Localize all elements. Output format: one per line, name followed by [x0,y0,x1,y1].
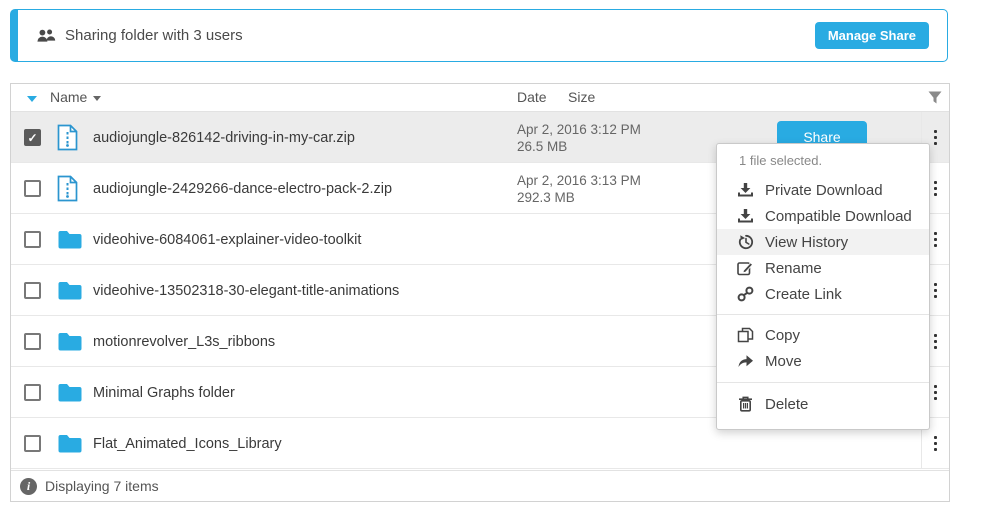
row-checkbox[interactable] [24,282,41,299]
select-all-dropdown-icon[interactable] [27,96,37,102]
rename-icon [737,262,754,276]
menu-item-delete[interactable]: Delete [717,391,929,417]
sharing-banner: Sharing folder with 3 users Manage Share [10,9,948,62]
date-size-cell: Apr 2, 2016 3:12 PM 26.5 MB [517,121,641,155]
copy-icon [737,327,754,343]
menu-separator [717,314,929,315]
menu-item-copy[interactable]: Copy [717,322,929,348]
menu-item-rename[interactable]: Rename [717,255,929,281]
file-actions-context-menu: 1 file selected. Private Download Compat… [716,143,930,430]
menu-item-move[interactable]: Move [717,348,929,374]
folder-name[interactable]: Minimal Graphs folder [93,385,235,401]
zip-file-icon [57,124,78,151]
table-header: Name Date Size [11,84,949,112]
users-icon [37,29,56,42]
history-icon [738,234,754,250]
zip-file-icon [57,175,78,202]
file-name[interactable]: audiojungle-2429266-dance-electro-pack-2… [93,181,392,197]
folder-icon [58,333,82,351]
folder-icon [58,231,82,249]
row-checkbox[interactable] [24,180,41,197]
column-header-size[interactable]: Size [568,89,595,105]
folder-name[interactable]: motionrevolver_L3s_ribbons [93,334,275,350]
sharing-message-text: Sharing folder with 3 users [65,27,243,44]
filter-icon[interactable] [928,91,942,104]
folder-icon [58,384,82,402]
info-icon: i [20,477,37,495]
row-checkbox[interactable] [24,435,41,452]
folder-name[interactable]: Flat_Animated_Icons_Library [93,436,282,452]
download-icon [738,183,753,197]
file-date: Apr 2, 2016 3:13 PM [517,173,641,188]
file-size: 26.5 MB [517,139,568,154]
column-header-date[interactable]: Date [517,89,547,105]
download-icon [738,209,753,223]
row-checkbox[interactable] [24,333,41,350]
file-name[interactable]: audiojungle-826142-driving-in-my-car.zip [93,130,355,146]
row-checkbox[interactable] [24,129,41,146]
folder-name[interactable]: videohive-6084061-explainer-video-toolki… [93,232,361,248]
menu-separator [717,382,929,383]
manage-share-button[interactable]: Manage Share [814,22,929,49]
folder-icon [58,282,82,300]
file-date: Apr 2, 2016 3:12 PM [517,122,641,137]
column-header-name[interactable]: Name [50,89,102,105]
selection-status: 1 file selected. [739,153,823,168]
menu-item-private-download[interactable]: Private Download [717,177,929,203]
sharing-message: Sharing folder with 3 users [36,27,243,44]
date-size-cell: Apr 2, 2016 3:13 PM 292.3 MB [517,172,641,206]
folder-icon [58,435,82,453]
row-checkbox[interactable] [24,231,41,248]
file-size: 292.3 MB [517,190,575,205]
row-checkbox[interactable] [24,384,41,401]
trash-icon [739,396,752,412]
table-footer: i Displaying 7 items [11,470,949,501]
link-icon [737,286,754,302]
menu-item-view-history[interactable]: View History [717,229,929,255]
sort-caret-icon [93,95,102,101]
move-icon [738,355,753,367]
menu-item-compatible-download[interactable]: Compatible Download [717,203,929,229]
folder-name[interactable]: videohive-13502318-30-elegant-title-anim… [93,283,399,299]
items-count-status: Displaying 7 items [45,478,159,494]
menu-item-create-link[interactable]: Create Link [717,281,929,307]
